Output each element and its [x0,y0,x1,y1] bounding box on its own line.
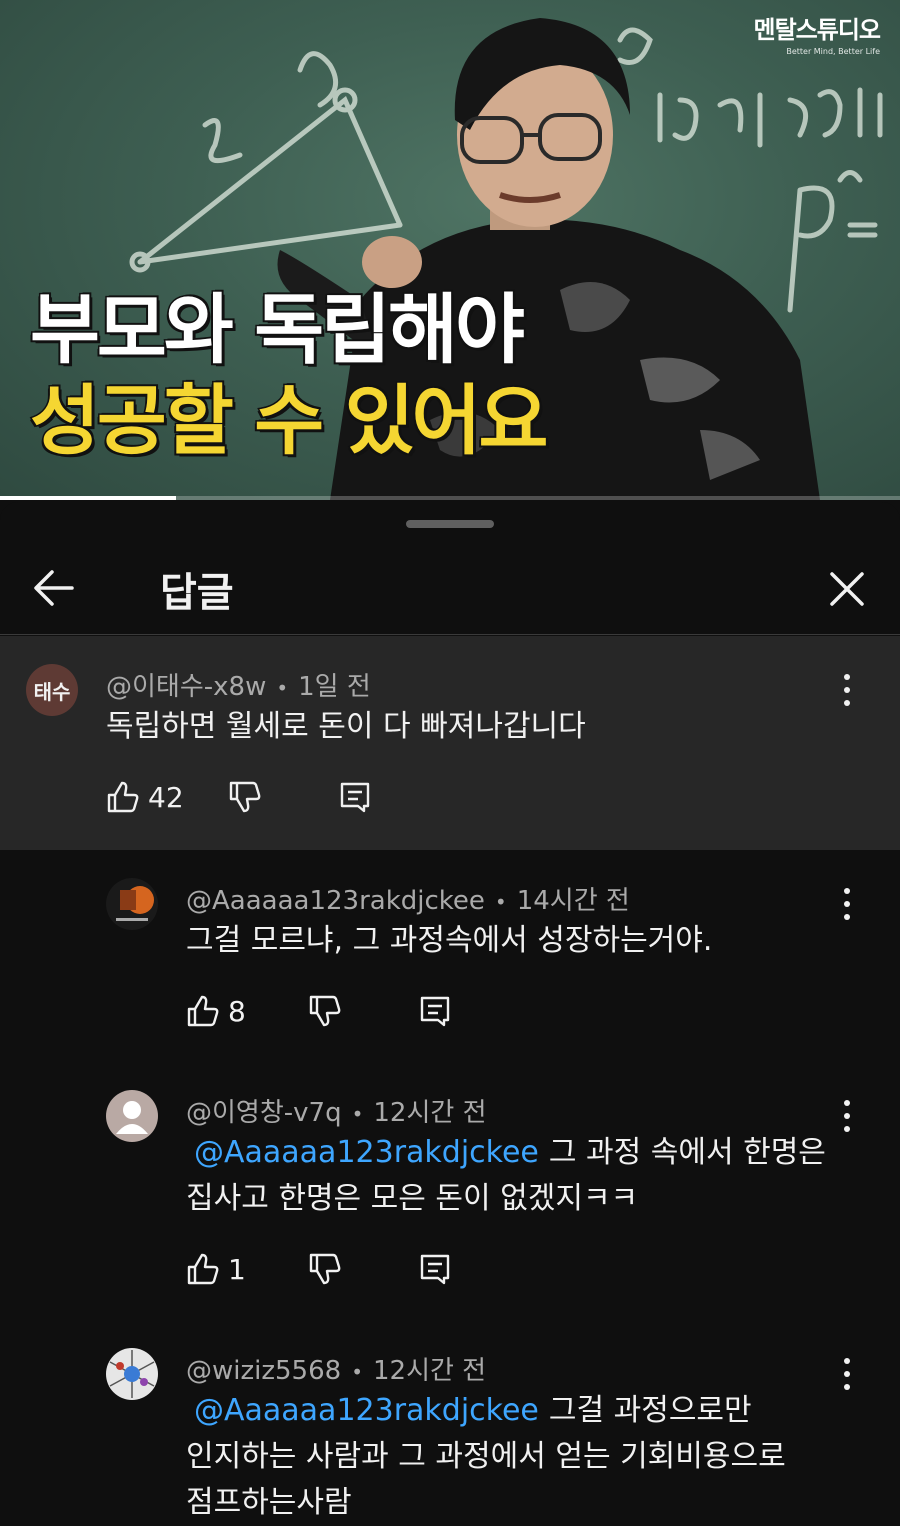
like-count: 42 [148,780,184,814]
video-caption-line-1: 부모와 독립해야 [29,285,527,374]
separator-dot: • [351,1360,363,1384]
like-button[interactable]: 1 [186,1252,246,1286]
channel-tagline: Better Mind, Better Life [786,47,880,56]
mention-link[interactable]: @Aaaaaa123rakdjckee [194,1393,539,1428]
channel-name: 멘탈스튜디오 [753,16,881,44]
separator-dot: • [494,890,507,914]
sheet-title: 답글 [160,570,234,616]
channel-watermark: 멘탈스튜디오 Better Mind, Better Life [753,10,881,56]
reply-comment: @wiziz5568 • 12시간 전 @Aaaaaa123rakdjckee 그걸 … [0,1320,900,1524]
reply-icon [340,782,370,813]
comment-time: 14시간 전 [516,886,630,916]
comment-actions: 42 [106,780,406,820]
comment-text-line: 점프하는사람 [186,1485,352,1520]
separator-dot: • [351,1102,364,1126]
reply-button[interactable] [338,780,372,814]
close-icon[interactable] [822,564,872,614]
comment-author[interactable]: @이영창-v7q [186,1098,342,1128]
reply-button[interactable] [418,1252,452,1286]
comment-time: 12시간 전 [373,1098,487,1128]
thumbs-down-icon [229,781,261,813]
reply-comment: @Aaaaaa123rakdjckee • 14시간 전 그걸 모르냐, 그 과정속… [0,850,900,1060]
comment-author[interactable]: @이태수-x8w [106,672,266,702]
video-caption-line-2: 성공할 수 있어요 [28,376,549,465]
reply-comment: @이영창-v7q • 12시간 전 @Aaaaaa123rakdjckee 그 과정 … [0,1062,900,1320]
comment-text: @Aaaaaa123rakdjckee 그 과정 속에서 한명은 [194,1130,826,1176]
comment-text-line: 인지하는 사람과 그 과정에서 얻는 기회비용으로 [186,1439,786,1474]
reply-icon [420,1254,450,1285]
avatar[interactable] [106,878,158,930]
comment-text-line: 집사고 한명은 모은 돈이 없겠지ㅋㅋ [186,1181,639,1216]
avatar[interactable]: 태수 [26,664,78,716]
like-button[interactable]: 8 [186,994,246,1028]
more-options-icon[interactable] [832,668,862,712]
comment-meta: @이영창-v7q • 12시간 전 [186,1092,486,1129]
mention-link[interactable]: @Aaaaaa123rakdjckee [194,1135,539,1170]
comment-text-line: 그 과정 속에서 한명은 [548,1135,826,1170]
comment-meta: @wiziz5568 • 12시간 전 [186,1350,486,1387]
separator-dot: • [276,676,289,700]
comment-meta: @Aaaaaa123rakdjckee • 14시간 전 [186,880,630,917]
back-arrow-icon[interactable] [30,564,78,612]
more-options-icon[interactable] [832,882,862,926]
comment-author[interactable]: @wiziz5568 [186,1356,341,1386]
more-options-icon[interactable] [832,1094,862,1138]
comment-text: 독립하면 월세로 돈이 다 빠져나갑니다 [106,709,586,744]
default-avatar-icon[interactable] [106,1090,158,1142]
comment-text-line: 그걸 과정으로만 [548,1393,752,1428]
comment-meta: @이태수-x8w • 1일 전 [106,666,371,703]
more-options-icon[interactable] [832,1352,862,1396]
like-button[interactable]: 42 [106,780,184,814]
reply-button[interactable] [418,994,452,1028]
comment-text: 그걸 모르냐, 그 과정속에서 성장하는거야. [186,923,713,958]
comment-time: 1일 전 [298,672,371,702]
parent-comment: 태수 @이태수-x8w • 1일 전 독립하면 월세로 돈이 다 빠져나갑니다 42 [0,636,900,850]
comment-actions: 8 [186,994,486,1034]
sheet-header: 답글 [0,542,900,635]
thumbs-up-icon [187,995,219,1027]
avatar[interactable] [106,1348,158,1400]
like-count: 8 [228,994,246,1028]
comment-time: 12시간 전 [372,1356,487,1386]
thumbs-down-icon [309,995,341,1027]
dislike-button[interactable] [308,994,342,1028]
dislike-button[interactable] [308,1252,342,1286]
dislike-button[interactable] [228,780,262,814]
like-count: 1 [228,1252,246,1286]
video-progress-bar[interactable] [0,496,900,500]
thumbs-up-icon [107,781,139,813]
video-progress-fill [0,496,176,500]
comment-text: @Aaaaaa123rakdjckee 그걸 과정으로만 [194,1388,752,1434]
comment-author[interactable]: @Aaaaaa123rakdjckee [186,886,485,916]
video-player[interactable]: 멘탈스튜디오 Better Mind, Better Life 부모와 독립해야… [0,0,900,500]
thumbs-down-icon [309,1253,341,1285]
reply-icon [420,996,450,1027]
thumbs-up-icon [187,1253,219,1285]
drag-handle[interactable] [406,520,494,528]
comment-actions: 1 [186,1252,486,1292]
replies-sheet: 답글 태수 @이태수-x8w • 1일 전 독립하면 월세로 돈이 다 빠져나갑니다… [0,502,900,1524]
